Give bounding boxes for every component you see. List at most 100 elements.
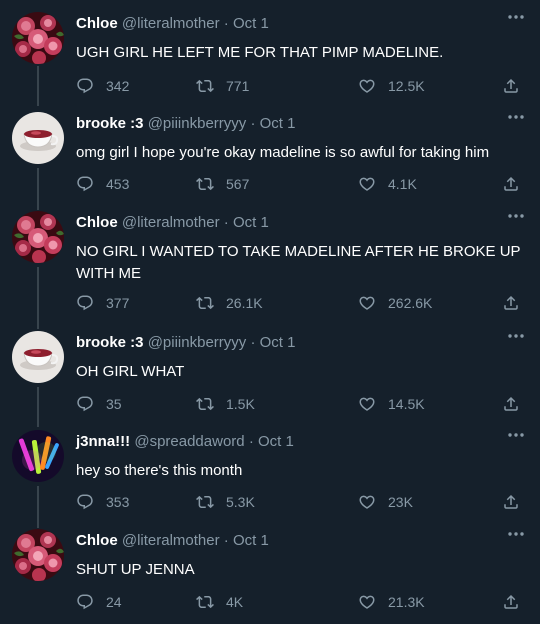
tweet-header: j3nna!!! @spreaddaword · Oct 1 xyxy=(76,432,294,452)
tweet[interactable]: brooke :3 @piiinkberryyy · Oct 1 omg gir… xyxy=(0,100,540,210)
share-button[interactable] xyxy=(502,292,520,314)
avatar[interactable] xyxy=(12,211,64,263)
tweet-actions: 377 26.1K 262.6K xyxy=(76,292,526,314)
display-name[interactable]: j3nna!!! xyxy=(76,433,130,450)
avatar[interactable] xyxy=(12,331,64,383)
like-count: 262.6K xyxy=(388,295,433,311)
retweet-count: 4K xyxy=(226,594,244,610)
reply-button[interactable]: 342 xyxy=(76,75,129,97)
retweet-count: 5.3K xyxy=(226,494,255,510)
heart-icon xyxy=(358,294,376,312)
tweet[interactable]: Chloe @literalmother · Oct 1 NO GIRL I W… xyxy=(0,199,540,329)
retweet-button[interactable]: 771 xyxy=(196,75,249,97)
like-button[interactable]: 14.5K xyxy=(358,393,425,415)
tweet[interactable]: Chloe @literalmother · Oct 1 UGH GIRL HE… xyxy=(0,0,540,106)
tweet-header: Chloe @literalmother · Oct 1 xyxy=(76,531,269,551)
display-name[interactable]: brooke :3 xyxy=(76,115,144,132)
roses-avatar-icon xyxy=(12,529,64,581)
user-handle[interactable]: @literalmother xyxy=(122,15,220,32)
tweet-actions: 35 1.5K 14.5K xyxy=(76,393,526,415)
share-icon xyxy=(502,395,520,413)
like-button[interactable]: 4.1K xyxy=(358,173,417,195)
reply-icon xyxy=(76,175,94,193)
share-button[interactable] xyxy=(502,75,520,97)
roses-avatar-icon xyxy=(12,211,64,263)
like-count: 4.1K xyxy=(388,176,417,192)
display-name[interactable]: Chloe xyxy=(76,214,118,231)
retweet-button[interactable]: 5.3K xyxy=(196,491,255,513)
separator-dot: · xyxy=(250,334,256,351)
share-icon xyxy=(502,77,520,95)
share-button[interactable] xyxy=(502,491,520,513)
retweet-button[interactable]: 4K xyxy=(196,591,243,613)
retweet-icon xyxy=(196,493,214,511)
avatar[interactable] xyxy=(12,112,64,164)
tweet-date[interactable]: Oct 1 xyxy=(260,115,296,132)
like-button[interactable]: 12.5K xyxy=(358,75,425,97)
display-name[interactable]: Chloe xyxy=(76,15,118,32)
like-button[interactable]: 21.3K xyxy=(358,591,425,613)
retweet-button[interactable]: 26.1K xyxy=(196,292,263,314)
user-handle[interactable]: @literalmother xyxy=(122,532,220,549)
reply-button[interactable]: 35 xyxy=(76,393,122,415)
tweet-header: Chloe @literalmother · Oct 1 xyxy=(76,213,269,233)
reply-count: 342 xyxy=(106,78,130,94)
tweet-actions: 453 567 4.1K xyxy=(76,173,526,195)
reply-icon xyxy=(76,395,94,413)
retweet-icon xyxy=(196,593,214,611)
like-button[interactable]: 23K xyxy=(358,491,413,513)
user-handle[interactable]: @piiinkberryyy xyxy=(148,334,247,351)
share-button[interactable] xyxy=(502,173,520,195)
reply-icon xyxy=(76,77,94,95)
retweet-count: 1.5K xyxy=(226,396,255,412)
share-button[interactable] xyxy=(502,393,520,415)
reply-button[interactable]: 377 xyxy=(76,292,129,314)
retweet-count: 567 xyxy=(226,176,250,192)
reply-button[interactable]: 353 xyxy=(76,491,129,513)
avatar[interactable] xyxy=(12,529,64,581)
more-options-icon[interactable] xyxy=(506,10,526,24)
reply-icon xyxy=(76,294,94,312)
more-options-icon[interactable] xyxy=(506,209,526,223)
separator-dot: · xyxy=(223,532,229,549)
display-name[interactable]: brooke :3 xyxy=(76,334,144,351)
tweet-actions: 342 771 12.5K xyxy=(76,75,526,97)
retweet-button[interactable]: 567 xyxy=(196,173,249,195)
avatar[interactable] xyxy=(12,12,64,64)
more-options-icon[interactable] xyxy=(506,527,526,541)
retweet-icon xyxy=(196,294,214,312)
like-button[interactable]: 262.6K xyxy=(358,292,432,314)
thread: Chloe @literalmother · Oct 1 UGH GIRL HE… xyxy=(0,0,540,624)
heart-icon xyxy=(358,593,376,611)
tweet-actions: 24 4K 21.3K xyxy=(76,591,526,613)
like-count: 12.5K xyxy=(388,78,425,94)
more-options-icon[interactable] xyxy=(506,110,526,124)
tweet[interactable]: j3nna!!! @spreaddaword · Oct 1 hey so th… xyxy=(0,418,540,528)
heart-icon xyxy=(358,77,376,95)
like-count: 14.5K xyxy=(388,396,425,412)
avatar[interactable] xyxy=(12,430,64,482)
display-name[interactable]: Chloe xyxy=(76,532,118,549)
glowsticks-avatar-icon xyxy=(12,430,64,482)
user-handle[interactable]: @spreaddaword xyxy=(134,433,244,450)
reply-button[interactable]: 24 xyxy=(76,591,122,613)
tweet[interactable]: Chloe @literalmother · Oct 1 SHUT UP JEN… xyxy=(0,517,540,624)
tweet-date[interactable]: Oct 1 xyxy=(233,15,269,32)
tweet-date[interactable]: Oct 1 xyxy=(258,433,294,450)
more-options-icon[interactable] xyxy=(506,329,526,343)
user-handle[interactable]: @literalmother xyxy=(122,214,220,231)
tweet-text: omg girl I hope you're okay madeline is … xyxy=(76,144,490,161)
more-options-icon[interactable] xyxy=(506,428,526,442)
tweet-date[interactable]: Oct 1 xyxy=(260,334,296,351)
retweet-button[interactable]: 1.5K xyxy=(196,393,255,415)
reply-button[interactable]: 453 xyxy=(76,173,129,195)
tweet[interactable]: brooke :3 @piiinkberryyy · Oct 1 OH GIRL… xyxy=(0,319,540,427)
user-handle[interactable]: @piiinkberryyy xyxy=(148,115,247,132)
tweet-date[interactable]: Oct 1 xyxy=(233,214,269,231)
share-button[interactable] xyxy=(502,591,520,613)
tweet-text: SHUT UP JENNA xyxy=(76,561,195,578)
tweet-text: hey so there's this month xyxy=(76,462,243,479)
separator-dot: · xyxy=(223,214,229,231)
tweet-text: UGH GIRL HE LEFT ME FOR THAT PIMP MADELI… xyxy=(76,44,444,61)
tweet-date[interactable]: Oct 1 xyxy=(233,532,269,549)
